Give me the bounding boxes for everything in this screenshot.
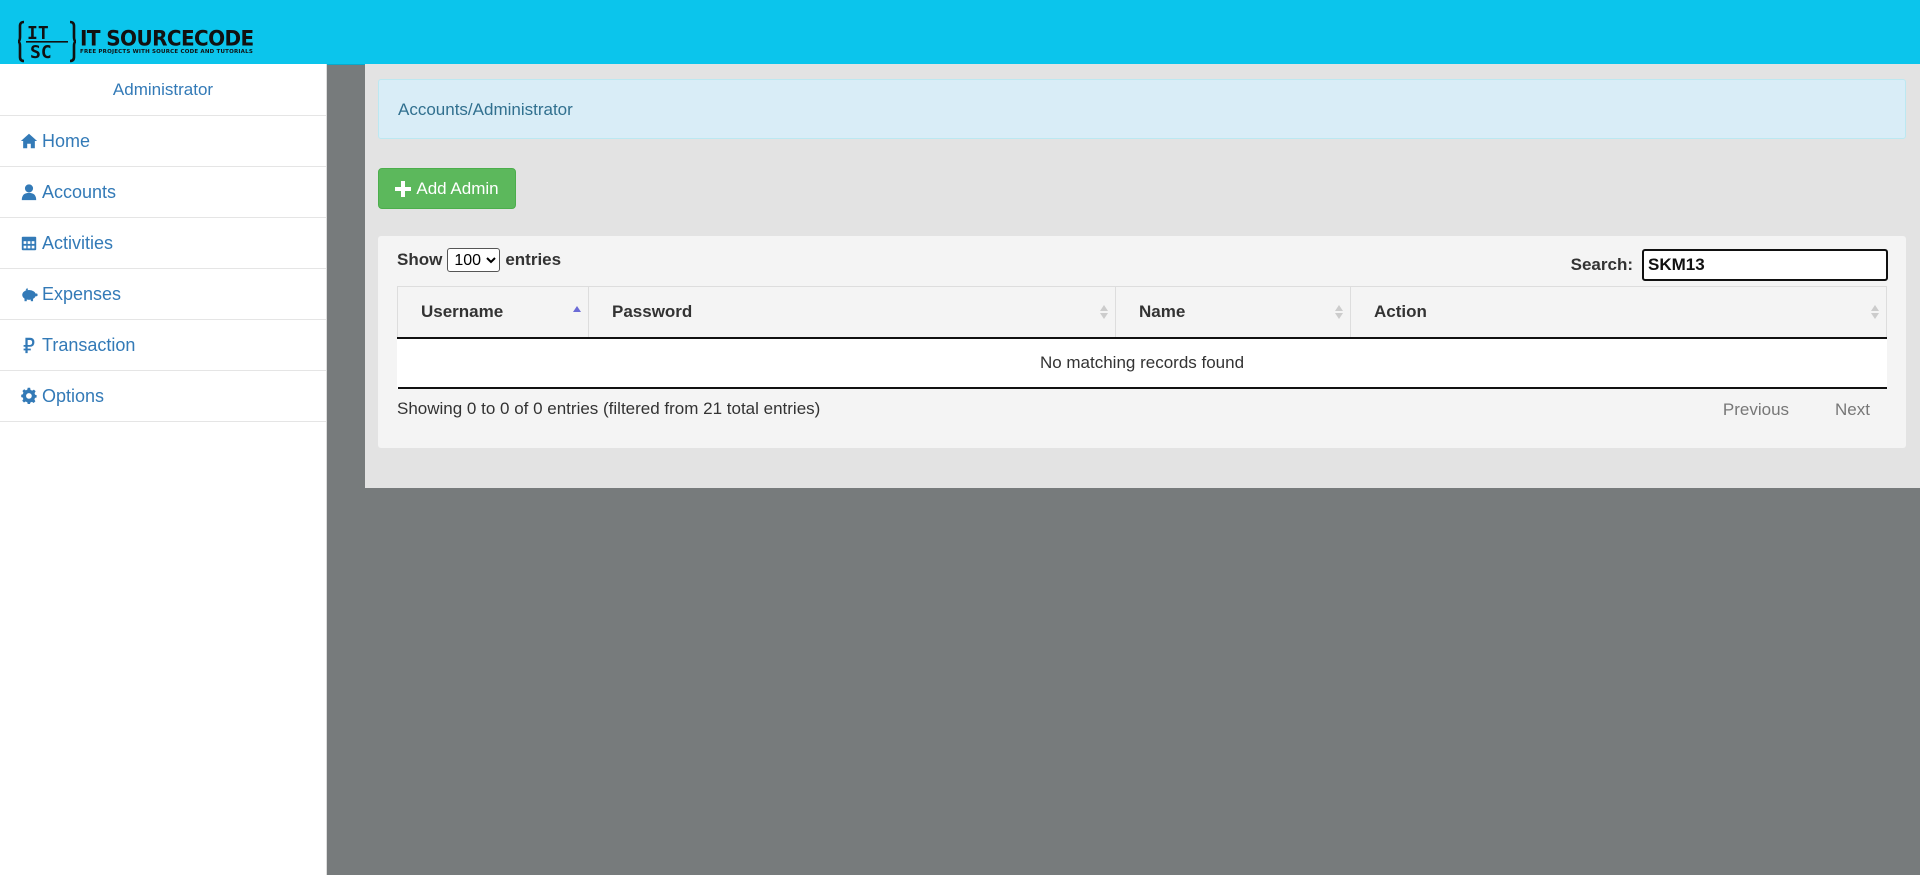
previous-button[interactable]: Previous [1723, 400, 1789, 420]
datatable-panel: Show 10 25 50 100 entries Search: Userna… [378, 236, 1906, 448]
search-input[interactable] [1642, 249, 1888, 281]
sidebar-item-label: Accounts [42, 181, 117, 202]
plus-icon [395, 180, 412, 197]
logo-letters-top: IT [27, 23, 49, 44]
sidebar-item-options[interactable]: Options [0, 371, 326, 422]
calendar-icon [21, 236, 37, 251]
column-header-name[interactable]: Name [1115, 286, 1351, 339]
brand-logo[interactable]: IT SC IT SOURCECODE FREE PROJECTS WITH S… [18, 20, 254, 63]
column-label: Username [421, 302, 504, 321]
page-length-select[interactable]: 10 25 50 100 [447, 248, 501, 272]
show-label: Show [397, 250, 443, 269]
sidebar-item-expenses[interactable]: Expenses [0, 269, 326, 320]
sidebar-item-activities[interactable]: Activities [0, 218, 326, 269]
sidebar-header: Administrator [0, 64, 326, 116]
brand-title: IT SOURCECODE [80, 25, 254, 51]
sidebar-item-label: Transaction [42, 334, 136, 355]
user-icon [21, 184, 37, 201]
gear-icon [21, 387, 37, 405]
sort-asc-icon [573, 306, 581, 312]
logo-mark-icon: IT SC [18, 20, 76, 63]
column-header-password[interactable]: Password [588, 286, 1116, 339]
empty-message: No matching records found [397, 338, 1887, 389]
table-row: No matching records found [397, 338, 1887, 389]
sidebar-item-label: Expenses [42, 283, 122, 304]
table-header-row: Username Password Name Action [397, 286, 1887, 339]
add-admin-button[interactable]: Add Admin [378, 168, 516, 209]
sidebar-item-transaction[interactable]: Transaction [0, 320, 326, 371]
home-icon [20, 133, 38, 149]
sidebar-item-label: Options [42, 385, 105, 406]
next-button[interactable]: Next [1835, 400, 1870, 420]
column-header-action[interactable]: Action [1350, 286, 1887, 339]
logo-letters-bottom: SC [30, 42, 52, 63]
admin-table: Username Password Name Action No matchin… [397, 286, 1887, 389]
column-header-username[interactable]: Username [397, 286, 589, 339]
entries-label: entries [505, 250, 562, 269]
sidebar: Administrator Home Accounts Activities E… [0, 64, 327, 875]
search-control: Search: [1571, 249, 1888, 281]
ruble-icon [23, 337, 35, 354]
pagination: Previous Next [1723, 400, 1870, 420]
sidebar-item-home[interactable]: Home [0, 116, 326, 167]
breadcrumb: Accounts/Administrator [378, 79, 1906, 139]
column-label: Password [612, 302, 693, 321]
column-label: Name [1139, 302, 1186, 321]
sidebar-item-accounts[interactable]: Accounts [0, 167, 326, 218]
sidebar-item-label: Activities [42, 232, 114, 253]
page-length-control: Show 10 25 50 100 entries [397, 248, 561, 272]
piggy-bank-icon [22, 287, 38, 302]
main-content: Accounts/Administrator Add Admin Show 10… [365, 64, 1920, 488]
top-navbar: IT SC IT SOURCECODE FREE PROJECTS WITH S… [0, 0, 1920, 65]
sidebar-item-label: Home [42, 130, 91, 151]
sort-both-icon [1100, 305, 1108, 319]
sort-both-icon [1871, 305, 1879, 319]
search-label: Search: [1570, 255, 1633, 274]
sort-both-icon [1335, 305, 1343, 319]
column-label: Action [1374, 302, 1427, 321]
table-info: Showing 0 to 0 of 0 entries (filtered fr… [397, 399, 821, 418]
add-admin-label: Add Admin [416, 178, 499, 198]
